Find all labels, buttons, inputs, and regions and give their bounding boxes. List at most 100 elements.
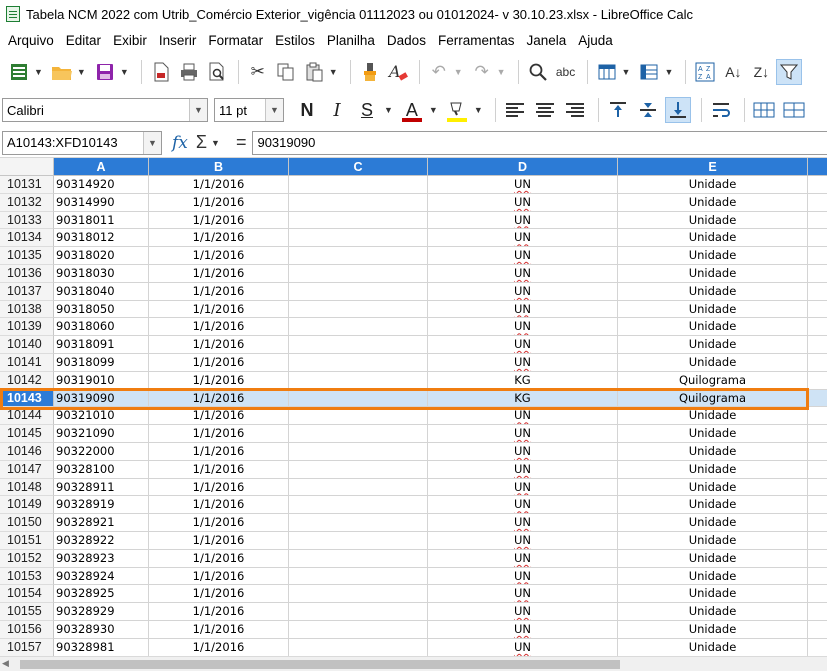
cell-e[interactable]: Unidade	[618, 532, 808, 550]
row-header[interactable]: 10143	[0, 389, 54, 408]
cell-b[interactable]: 1/1/2016	[149, 176, 289, 194]
cell-c[interactable]	[289, 300, 428, 319]
cell-a[interactable]: 90318099	[54, 354, 149, 372]
function-wizard-icon[interactable]: fx	[172, 133, 188, 153]
cell-e[interactable]: Unidade	[618, 585, 808, 604]
table-row[interactable]: 10152 90328923 1/1/2016 UN Unidade	[0, 549, 827, 568]
cell-f-partial[interactable]	[808, 407, 827, 426]
cell-c[interactable]	[289, 603, 428, 621]
cell-a[interactable]: 90328100	[54, 460, 149, 479]
horizontal-scrollbar[interactable]: ◀	[0, 656, 827, 671]
new-spreadsheet-icon[interactable]	[6, 59, 32, 85]
table-row[interactable]: 10140 90318091 1/1/2016 UN Unidade	[0, 336, 827, 354]
merge-cells-icon[interactable]	[751, 97, 777, 123]
font-size-combo[interactable]: 11 pt ▼	[214, 98, 284, 122]
row-header[interactable]: 10136	[0, 265, 54, 283]
formula-equals-icon[interactable]: =	[236, 132, 247, 153]
cell-e[interactable]: Unidade	[618, 176, 808, 194]
menu-planilha[interactable]: Planilha	[321, 33, 381, 48]
cell-b[interactable]: 1/1/2016	[149, 407, 289, 426]
cell-e[interactable]: Quilograma	[618, 371, 808, 390]
cell-b[interactable]: 1/1/2016	[149, 229, 289, 248]
row-header[interactable]: 10147	[0, 460, 54, 479]
cell-a[interactable]: 90319090	[54, 389, 149, 408]
table-row[interactable]: 10143 90319090 1/1/2016 KG Quilograma	[0, 389, 827, 408]
cell-c[interactable]	[289, 247, 428, 265]
cell-c[interactable]	[289, 229, 428, 248]
cell-d[interactable]: KG	[428, 371, 618, 390]
cell-c[interactable]	[289, 585, 428, 604]
cell-e[interactable]: Unidade	[618, 407, 808, 426]
menu-exibir[interactable]: Exibir	[107, 33, 153, 48]
cell-d[interactable]: UN	[428, 247, 618, 265]
underline-button[interactable]: S	[354, 97, 380, 123]
cell-d[interactable]: UN	[428, 300, 618, 319]
cell-e[interactable]: Unidade	[618, 425, 808, 443]
cell-f-partial[interactable]	[808, 479, 827, 497]
cell-e[interactable]: Unidade	[618, 496, 808, 515]
table-row[interactable]: 10146 90322000 1/1/2016 UN Unidade	[0, 443, 827, 461]
cell-c[interactable]	[289, 265, 428, 283]
cell-d[interactable]: UN	[428, 638, 618, 657]
cell-c[interactable]	[289, 549, 428, 568]
cell-b[interactable]: 1/1/2016	[149, 621, 289, 639]
print-icon[interactable]	[176, 59, 202, 85]
cell-f-partial[interactable]	[808, 639, 827, 657]
table-row[interactable]: 10141 90318099 1/1/2016 UN Unidade	[0, 354, 827, 372]
row-header[interactable]: 10157	[0, 638, 54, 657]
unmerge-cells-icon[interactable]	[781, 97, 807, 123]
cell-e[interactable]: Unidade	[618, 336, 808, 354]
cell-d[interactable]: UN	[428, 193, 618, 212]
cell-d[interactable]: UN	[428, 567, 618, 586]
cell-d[interactable]: UN	[428, 211, 618, 230]
cell-f-partial[interactable]	[808, 621, 827, 639]
cell-f-partial[interactable]	[808, 496, 827, 515]
row-icon[interactable]	[594, 59, 620, 85]
cell-a[interactable]: 90328923	[54, 549, 149, 568]
cell-b[interactable]: 1/1/2016	[149, 211, 289, 230]
table-row[interactable]: 10137 90318040 1/1/2016 UN Unidade	[0, 282, 827, 301]
cell-a[interactable]: 90318011	[54, 211, 149, 230]
cell-e[interactable]: Unidade	[618, 211, 808, 230]
row-header[interactable]: 10150	[0, 514, 54, 532]
cell-b[interactable]: 1/1/2016	[149, 247, 289, 265]
row-header[interactable]: 10151	[0, 532, 54, 550]
cell-d[interactable]: UN	[428, 318, 618, 337]
select-all-corner[interactable]	[0, 158, 54, 176]
cell-a[interactable]: 90314990	[54, 193, 149, 212]
menu-dados[interactable]: Dados	[381, 33, 432, 48]
cell-c[interactable]	[289, 193, 428, 212]
row-header[interactable]: 10152	[0, 549, 54, 568]
align-right-icon[interactable]	[562, 97, 588, 123]
cell-e[interactable]: Unidade	[618, 443, 808, 461]
row-header[interactable]: 10134	[0, 229, 54, 248]
cell-d[interactable]: UN	[428, 407, 618, 426]
table-row[interactable]: 10132 90314990 1/1/2016 UN Unidade	[0, 193, 827, 212]
cell-f-partial[interactable]	[808, 354, 827, 372]
spelling-icon[interactable]: abc	[553, 59, 579, 85]
cell-a[interactable]: 90318030	[54, 265, 149, 283]
cell-c[interactable]	[289, 354, 428, 372]
cell-f-partial[interactable]	[808, 176, 827, 194]
column-header-b[interactable]: B	[149, 158, 289, 176]
cell-f-partial[interactable]	[808, 265, 827, 283]
font-color-dropdown-icon[interactable]: ▼	[429, 105, 438, 115]
cell-a[interactable]: 90322000	[54, 443, 149, 461]
cell-d[interactable]: UN	[428, 176, 618, 194]
table-row[interactable]: 10145 90321090 1/1/2016 UN Unidade	[0, 425, 827, 443]
font-name-combo[interactable]: Calibri ▼	[2, 98, 208, 122]
cell-f-partial[interactable]	[808, 283, 827, 301]
copy-icon[interactable]	[273, 59, 299, 85]
align-top-icon[interactable]	[605, 97, 631, 123]
cell-e[interactable]: Unidade	[618, 193, 808, 212]
cell-c[interactable]	[289, 532, 428, 550]
cell-f-partial[interactable]	[808, 514, 827, 532]
cell-e[interactable]: Unidade	[618, 318, 808, 337]
cell-e[interactable]: Unidade	[618, 549, 808, 568]
cell-b[interactable]: 1/1/2016	[149, 567, 289, 586]
cell-a[interactable]: 90318091	[54, 336, 149, 354]
redo-dropdown-icon[interactable]: ▼	[497, 67, 506, 77]
table-row[interactable]: 10154 90328925 1/1/2016 UN Unidade	[0, 585, 827, 604]
table-row[interactable]: 10133 90318011 1/1/2016 UN Unidade	[0, 211, 827, 230]
cell-b[interactable]: 1/1/2016	[149, 443, 289, 461]
